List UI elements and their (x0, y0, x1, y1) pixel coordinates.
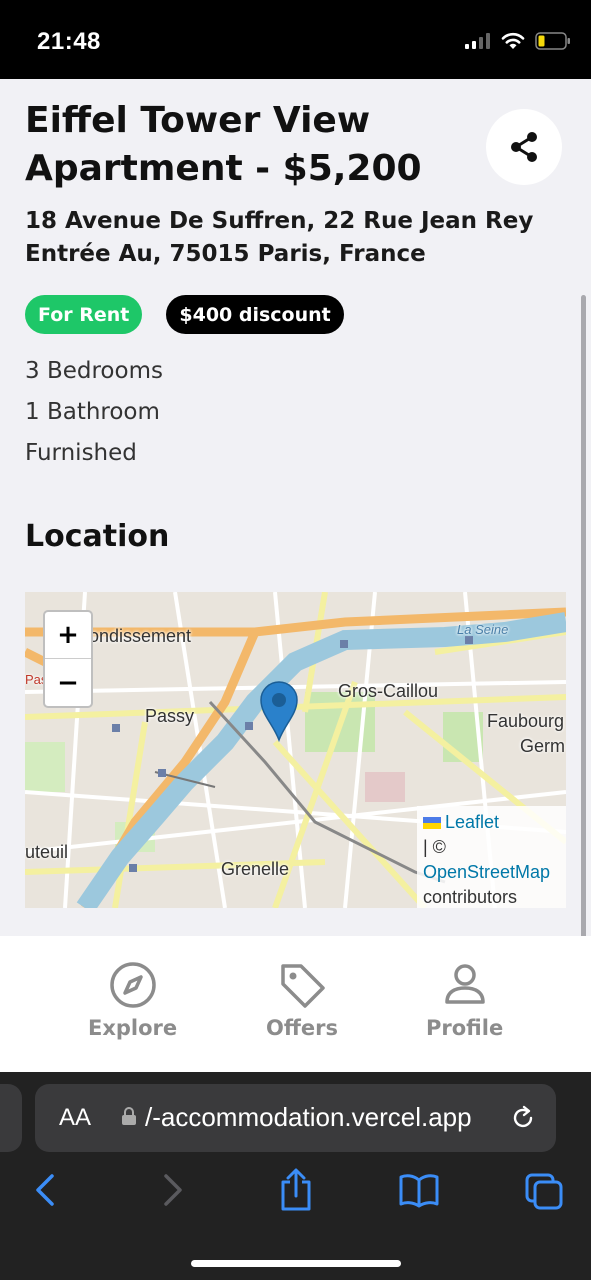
reader-settings-button[interactable]: AA (59, 1104, 91, 1132)
for-rent-badge: For Rent (25, 295, 143, 334)
browser-chrome: AA /-accommodation.vercel.app (0, 1072, 591, 1280)
feature-bathrooms: 1 Bathroom (25, 399, 160, 425)
map-label-faubourg: Faubourg (487, 711, 565, 731)
status-time: 21:48 (37, 28, 101, 55)
back-icon[interactable] (32, 1172, 58, 1208)
status-bar: 21:48 (0, 0, 591, 79)
listing-detail: Eiffel Tower View Apartment - $5,200 18 … (0, 79, 591, 936)
attribution-contributors: contributors (423, 887, 518, 907)
tag-icon (281, 964, 325, 1008)
nav-explore[interactable]: Explore (88, 960, 177, 1040)
share-button[interactable] (486, 109, 562, 185)
url-text: /-accommodation.vercel.app (145, 1102, 472, 1132)
forward-icon[interactable] (160, 1172, 186, 1208)
openstreetmap-link[interactable]: OpenStreetMap (423, 860, 560, 885)
zoom-in-button[interactable]: + (45, 612, 91, 659)
wifi-icon (501, 32, 525, 49)
location-heading: Location (25, 519, 170, 554)
map-label-germ: Germ (520, 736, 565, 756)
battery-icon (535, 32, 570, 50)
listing-title: Eiffel Tower View Apartment - $5,200 (25, 100, 422, 189)
map-attribution: Leaflet | © OpenStreetMap contributors (417, 806, 566, 908)
map-label-la-seine: La Seine (457, 622, 509, 637)
map-label-arrondissement: rondissement (83, 626, 192, 646)
nav-offers-label: Offers (266, 1016, 338, 1040)
attribution-separator: | © (423, 837, 446, 857)
feature-furnished: Furnished (25, 440, 137, 466)
feature-bedrooms: 3 Bedrooms (25, 358, 163, 384)
reload-icon[interactable] (509, 1104, 537, 1132)
tabs-icon[interactable] (524, 1172, 564, 1210)
map-label-gros-caillou: Gros-Caillou (338, 681, 439, 701)
nav-profile-label: Profile (426, 1016, 504, 1040)
ukraine-flag-icon (423, 817, 441, 830)
zoom-control: + − (43, 610, 93, 708)
nav-offers[interactable]: Offers (266, 960, 338, 1040)
share-sheet-icon[interactable] (278, 1168, 314, 1212)
status-icons (465, 32, 571, 50)
bookmarks-icon[interactable] (398, 1172, 440, 1208)
map-label-grenelle: Grenelle (221, 859, 290, 879)
badge-row: For Rent $400 discount (25, 295, 344, 334)
address-bar[interactable]: AA /-accommodation.vercel.app (35, 1084, 556, 1152)
lock-icon (122, 1107, 136, 1125)
listing-address: 18 Avenue De Suffren, 22 Rue Jean Rey En… (25, 208, 534, 267)
compass-icon (109, 962, 156, 1008)
zoom-out-button[interactable]: − (45, 659, 91, 706)
share-icon (511, 132, 537, 162)
signal-icon (465, 33, 490, 49)
user-icon (444, 964, 485, 1004)
bottom-nav: Explore Offers Profile (0, 936, 591, 1072)
previous-tab[interactable] (0, 1084, 22, 1152)
scrollbar[interactable] (581, 295, 586, 936)
nav-explore-label: Explore (88, 1016, 178, 1040)
leaflet-link[interactable]: Leaflet (445, 812, 499, 832)
nav-profile[interactable]: Profile (426, 960, 503, 1040)
feature-list: 3 Bedrooms 1 Bathroom Furnished (25, 351, 163, 474)
location-marker-icon[interactable] (259, 680, 299, 742)
location-map[interactable]: rondissement Pas Passy Gros-Caillou Faub… (25, 592, 566, 908)
discount-badge: $400 discount (166, 295, 344, 334)
home-indicator (191, 1260, 401, 1267)
map-label-passy: Passy (145, 706, 195, 726)
map-label-auteuil: uteuil (25, 842, 69, 862)
